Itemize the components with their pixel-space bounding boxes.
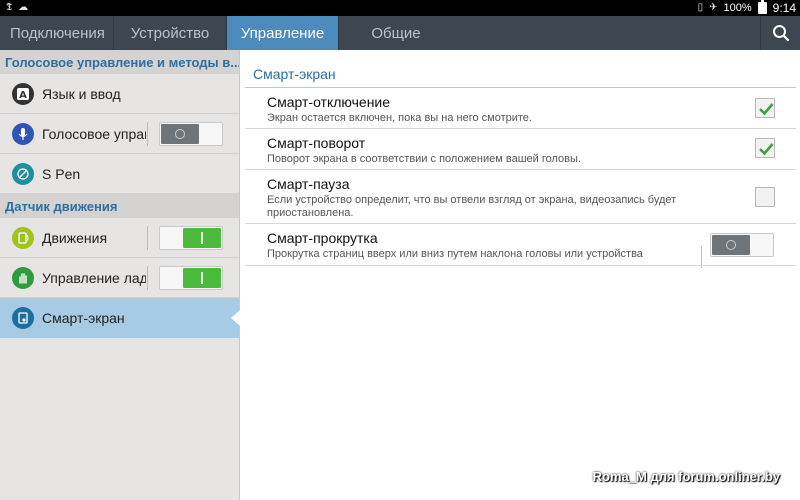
- sidebar-item-s-pen[interactable]: S Pen: [0, 154, 239, 194]
- sidebar-item-smart-screen[interactable]: Смарт-экран: [0, 298, 240, 338]
- search-button[interactable]: [760, 16, 800, 50]
- smart-pause-checkbox[interactable]: [755, 187, 775, 207]
- motion-icon: [12, 226, 34, 249]
- setting-smart-scroll[interactable]: Смарт-прокрутка Прокрутка страниц вверх …: [267, 230, 787, 261]
- voice-control-toggle[interactable]: [159, 122, 223, 146]
- selection-indicator: [231, 310, 240, 326]
- palm-control-toggle[interactable]: [159, 266, 223, 290]
- divider: [147, 226, 148, 250]
- clock: 9:14: [772, 1, 796, 15]
- smart-rotation-checkbox[interactable]: [755, 138, 775, 158]
- smart-scroll-toggle[interactable]: [710, 233, 774, 257]
- sidebar-item-label: Управление ладонью: [42, 269, 146, 286]
- divider: [245, 169, 796, 170]
- setting-title: Смарт-отключение: [267, 94, 391, 110]
- motions-toggle[interactable]: [159, 226, 223, 250]
- setting-description: Поворот экрана в соответствии с положени…: [267, 153, 581, 165]
- checkmark-icon: [759, 103, 774, 116]
- sidebar-item-label: Движения: [42, 229, 108, 246]
- tab-device[interactable]: Устройство: [114, 16, 227, 50]
- divider: [147, 266, 148, 290]
- divider: [147, 122, 148, 146]
- sidebar-item-label: Смарт-экран: [42, 310, 125, 326]
- title-divider: [245, 87, 796, 88]
- palm-motion-icon: [12, 266, 34, 289]
- divider: [245, 128, 796, 129]
- sidebar-item-label: S Pen: [42, 165, 81, 182]
- battery-icon: [757, 0, 767, 14]
- vibrate-icon: ▯: [697, 2, 704, 13]
- watermark-text: Roma_M для forum.onliner.by: [592, 469, 780, 484]
- sidebar-item-label: Язык и ввод: [42, 85, 121, 102]
- smart-stay-checkbox[interactable]: [755, 98, 775, 118]
- sidebar-item-language-input[interactable]: A Язык и ввод: [0, 74, 239, 114]
- divider: [245, 223, 796, 224]
- setting-title: Смарт-пауза: [267, 176, 350, 192]
- search-icon: [772, 25, 789, 42]
- checkmark-icon: [759, 143, 774, 156]
- sidebar-item-voice-control[interactable]: Голосовое управление: [0, 114, 239, 154]
- divider: [245, 265, 796, 266]
- cloud-upload-icon: ☁: [18, 2, 29, 13]
- page-title: Смарт-экран: [253, 66, 336, 82]
- setting-smart-rotation[interactable]: Смарт-поворот Поворот экрана в соответст…: [267, 135, 787, 166]
- language-keyboard-icon: A: [12, 82, 34, 105]
- settings-tab-bar: Подключения Устройство Управление Общие: [0, 16, 800, 50]
- news-icon: 𝕿: [6, 2, 13, 13]
- airplane-mode-icon: ✈: [709, 2, 718, 13]
- setting-description: Если устройство определит, что вы отвели…: [267, 194, 677, 219]
- settings-category-list: Голосовое управление и методы в... A Язы…: [0, 50, 240, 500]
- setting-description: Прокрутка страниц вверх или вниз путем н…: [267, 248, 643, 260]
- sidebar-item-palm-control[interactable]: Управление ладонью: [0, 258, 239, 298]
- microphone-icon: [12, 122, 34, 145]
- s-pen-icon: [12, 162, 34, 185]
- svg-text:A: A: [19, 90, 27, 101]
- sidebar-item-motions[interactable]: Движения: [0, 218, 239, 258]
- setting-description: Экран остается включен, пока вы на него …: [267, 112, 532, 124]
- status-bar: 𝕿 ☁ ▯ ✈ 100% 9:14: [0, 0, 800, 16]
- setting-title: Смарт-поворот: [267, 135, 366, 151]
- setting-smart-stay[interactable]: Смарт-отключение Экран остается включен,…: [267, 94, 787, 125]
- smart-screen-settings: Смарт-экран Смарт-отключение Экран остае…: [241, 50, 800, 500]
- tab-connections[interactable]: Подключения: [0, 16, 114, 50]
- section-header-motion: Датчик движения: [0, 194, 239, 218]
- smart-screen-icon: [12, 307, 34, 329]
- setting-title: Смарт-прокрутка: [267, 230, 378, 246]
- setting-smart-pause[interactable]: Смарт-пауза Если устройство определит, ч…: [267, 176, 787, 220]
- section-header-voice-input: Голосовое управление и методы в...: [0, 50, 239, 74]
- tab-general[interactable]: Общие: [339, 16, 453, 50]
- tab-controls[interactable]: Управление: [227, 16, 339, 50]
- battery-percent: 100%: [723, 2, 752, 14]
- sidebar-item-label: Голосовое управление: [42, 125, 146, 142]
